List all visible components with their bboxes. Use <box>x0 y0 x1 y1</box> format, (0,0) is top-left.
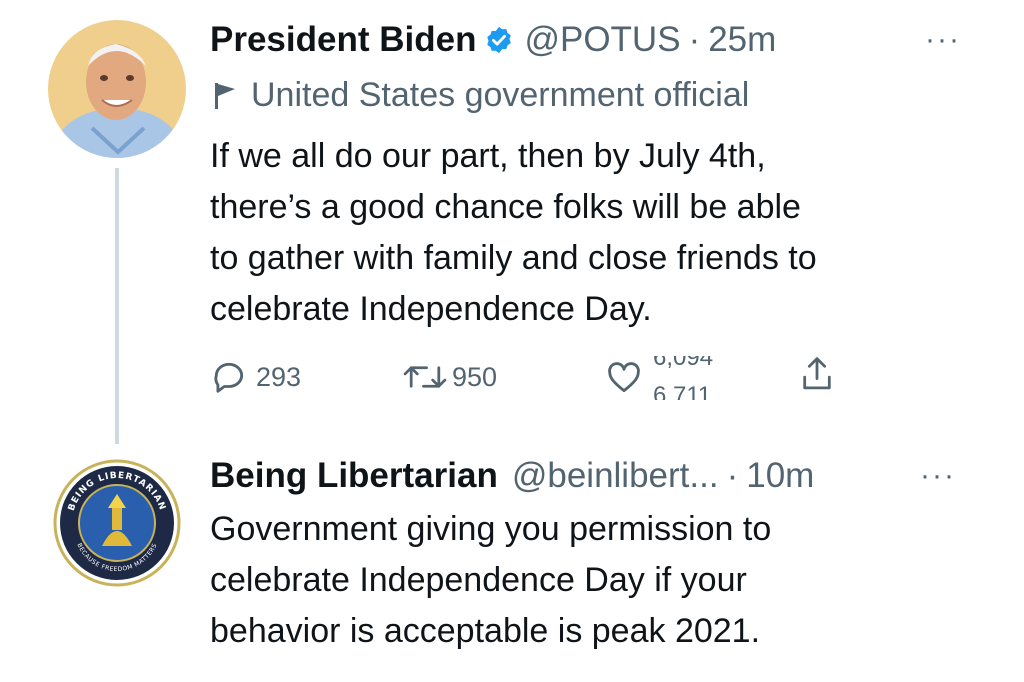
retweet-button[interactable]: 950 <box>402 358 497 396</box>
tweet-text-line: there’s a good chance folks will be able <box>210 188 801 226</box>
tweet-potus[interactable]: President Biden @POTUS · 25m ··· United … <box>0 0 1024 444</box>
separator: · <box>688 20 701 59</box>
government-label[interactable]: United States government official <box>213 76 749 115</box>
display-name[interactable]: Being Libertarian <box>210 456 498 496</box>
tweet-text-line: behavior is acceptable is peak 2021. <box>210 612 761 650</box>
flag-icon <box>215 82 235 109</box>
tweet-text-line: celebrate Independence Day. <box>210 290 652 328</box>
tweet-text: If we all do our part, then by July 4th,… <box>210 131 817 335</box>
share-button[interactable] <box>798 354 836 394</box>
reply-icon <box>214 362 244 393</box>
avatar-potus[interactable] <box>48 20 186 158</box>
like-button[interactable]: 6,094 6,711 <box>605 356 743 400</box>
more-options-icon[interactable]: ··· <box>920 461 956 491</box>
separator: · <box>726 456 739 495</box>
tweet-text-line: Government giving you permission to <box>210 510 772 548</box>
retweet-icon <box>403 366 447 388</box>
like-count-current: 6,094 <box>653 356 714 371</box>
reply-button[interactable]: 293 <box>210 358 301 396</box>
like-count: 6,094 6,711 <box>653 356 743 400</box>
handle[interactable]: @POTUS <box>524 20 680 60</box>
more-options-icon[interactable]: ··· <box>925 25 961 55</box>
being-libertarian-logo: BEING LIBERTARIAN BECAUSE FREEDOM MATTER… <box>53 459 181 587</box>
tweet-actions: 293 950 6,094 6,711 <box>210 352 850 402</box>
tweet-text: Government giving you permission to cele… <box>210 504 771 657</box>
timestamp[interactable]: 10m <box>746 456 814 496</box>
retweet-count: 950 <box>452 361 498 392</box>
like-count-previous: 6,711 <box>653 382 712 400</box>
tweet-header: Being Libertarian @beinlibert... · 10m <box>210 456 814 496</box>
tweet-header: President Biden @POTUS · 25m <box>210 20 776 60</box>
tweet-being-libertarian[interactable]: BEING LIBERTARIAN BECAUSE FREEDOM MATTER… <box>0 440 1024 682</box>
handle[interactable]: @beinlibert... <box>512 456 719 496</box>
share-icon <box>803 357 831 390</box>
display-name[interactable]: President Biden <box>210 20 476 60</box>
verified-badge-icon <box>484 25 514 55</box>
tweet-text-line: celebrate Independence Day if your <box>210 561 747 599</box>
government-label-text: United States government official <box>251 76 750 114</box>
heart-icon <box>608 362 640 393</box>
thread-line <box>115 168 119 444</box>
tweet-text-line: to gather with family and close friends … <box>210 239 817 277</box>
reply-count: 293 <box>256 361 302 392</box>
avatar-being-libertarian[interactable]: BEING LIBERTARIAN BECAUSE FREEDOM MATTER… <box>50 456 184 590</box>
tweet-text-line: If we all do our part, then by July 4th, <box>210 137 766 175</box>
timestamp[interactable]: 25m <box>708 20 776 60</box>
avatar-portrait-image <box>48 20 186 158</box>
